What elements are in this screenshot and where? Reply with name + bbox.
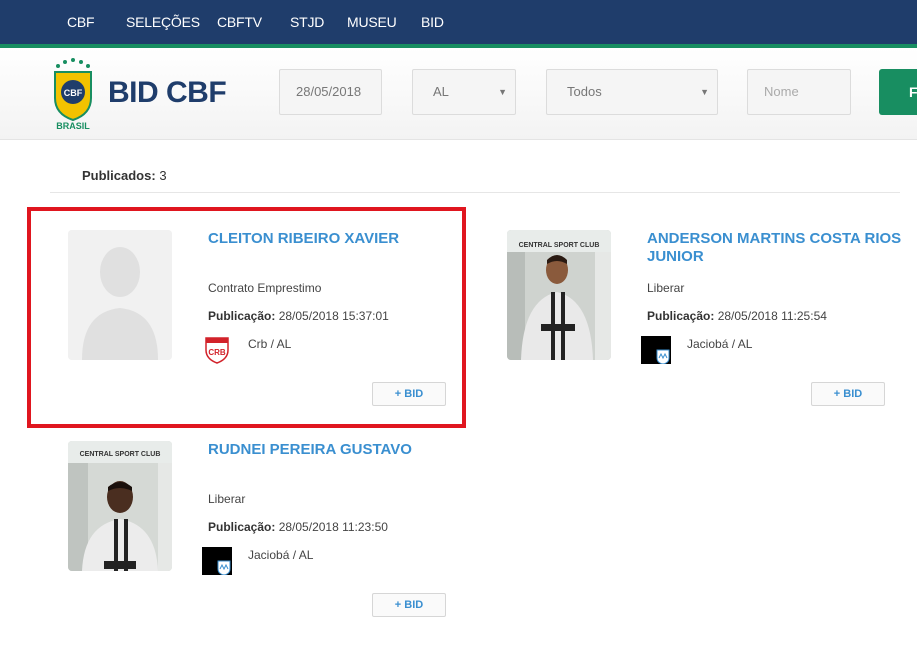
date-field[interactable]: 28/05/2018	[279, 69, 382, 115]
player-photo-image: CENTRAL SPORT CLUB	[68, 441, 172, 571]
published-value: 3	[159, 168, 167, 183]
chevron-down-icon: ▼	[700, 87, 709, 97]
nav-stjd[interactable]: STJD	[290, 14, 324, 30]
jacioba-crest-icon	[641, 336, 671, 365]
header: CBF BRASIL BID CBF 28/05/2018 AL ▼ Todos…	[0, 48, 917, 140]
svg-text:CBF: CBF	[64, 88, 83, 98]
publication-label: Publicação:	[208, 520, 276, 534]
svg-text:CENTRAL SPORT CLUB: CENTRAL SPORT CLUB	[80, 451, 161, 458]
jacioba-crest-icon	[202, 547, 232, 576]
nav-cbf[interactable]: CBF	[67, 14, 95, 30]
publication-value: 28/05/2018 11:25:54	[717, 309, 827, 323]
published-count: Publicados: 3	[82, 168, 167, 183]
date-value: 28/05/2018	[296, 84, 362, 99]
nav-selecoes[interactable]: SELEÇÕES	[126, 14, 200, 30]
published-label: Publicados:	[82, 168, 156, 183]
type-select[interactable]: Todos ▼	[546, 69, 718, 115]
contract-type: Liberar	[647, 281, 685, 295]
athlete-photo[interactable]: CENTRAL SPORT CLUB	[68, 441, 172, 571]
add-bid-button[interactable]: + BID	[372, 593, 446, 617]
nav-bid[interactable]: BID	[421, 14, 444, 30]
cbf-shield-icon: CBF BRASIL	[54, 58, 92, 131]
state-select[interactable]: AL ▼	[412, 69, 516, 115]
state-value: AL	[433, 84, 449, 99]
publication-label: Publicação:	[647, 309, 715, 323]
athlete-name[interactable]: RUDNEI PEREIRA GUSTAVO	[208, 441, 468, 459]
nav-cbftv[interactable]: CBFTV	[217, 14, 262, 30]
contract-type: Liberar	[208, 492, 246, 506]
publication-date: Publicação: 28/05/2018 11:23:50	[208, 520, 388, 534]
name-placeholder: Nome	[764, 84, 799, 99]
type-value: Todos	[567, 84, 602, 99]
divider	[50, 192, 900, 193]
search-button[interactable]: F	[879, 69, 917, 115]
selection-highlight	[27, 207, 466, 428]
site-title: BID CBF	[108, 76, 227, 109]
top-nav: CBF SELEÇÕES CBFTV STJD MUSEU BID	[0, 0, 917, 48]
nav-museu[interactable]: MUSEU	[347, 14, 397, 30]
name-input[interactable]: Nome	[747, 69, 851, 115]
publication-date: Publicação: 28/05/2018 11:25:54	[647, 309, 827, 323]
athlete-photo[interactable]: CENTRAL SPORT CLUB	[507, 230, 611, 360]
athlete-card: CENTRAL SPORT CLUB ANDERSON MARTINS COST…	[467, 230, 907, 440]
cbf-logo[interactable]: CBF BRASIL	[50, 58, 96, 131]
svg-text:BRASIL: BRASIL	[56, 121, 90, 130]
athlete-card: CENTRAL SPORT CLUB RUDNEI PEREIRA GUSTAV…	[28, 441, 468, 651]
club-name: Jaciobá / AL	[687, 337, 753, 351]
publication-value: 28/05/2018 11:23:50	[278, 520, 388, 534]
add-bid-button[interactable]: + BID	[811, 382, 885, 406]
athlete-name[interactable]: ANDERSON MARTINS COSTA RIOS JUNIOR	[647, 230, 907, 266]
chevron-down-icon: ▼	[498, 87, 507, 97]
svg-text:CENTRAL SPORT CLUB: CENTRAL SPORT CLUB	[519, 242, 600, 249]
club-name: Jaciobá / AL	[248, 548, 314, 562]
player-photo-image: CENTRAL SPORT CLUB	[507, 230, 611, 360]
